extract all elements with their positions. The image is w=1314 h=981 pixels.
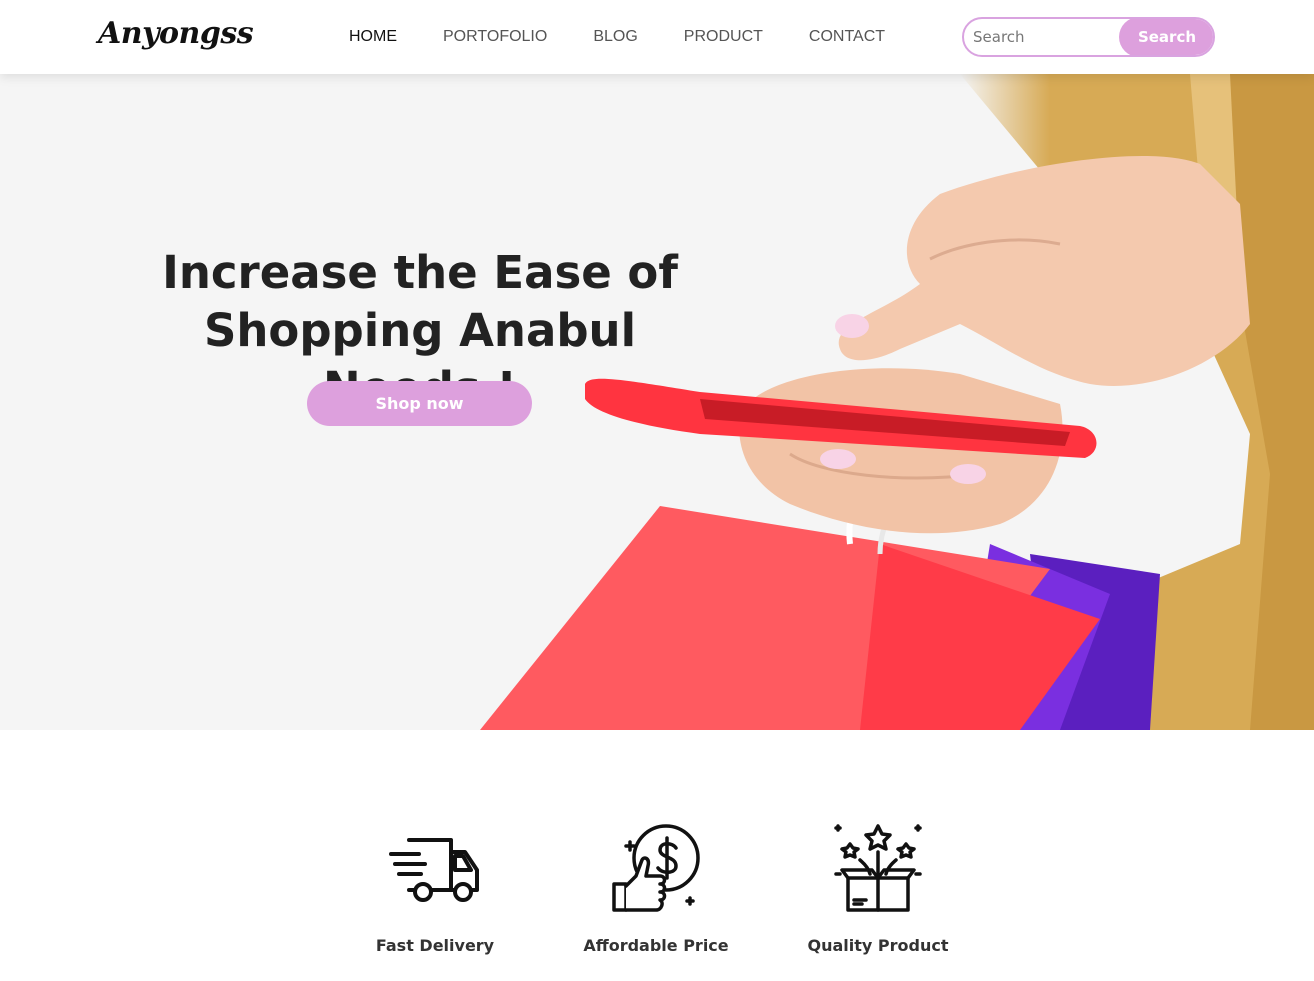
- nav-blog[interactable]: BLOG: [593, 27, 637, 47]
- feature-label: Affordable Price: [583, 936, 729, 955]
- hero-banner: Increase the Ease of Shopping Anabul Nee…: [0, 74, 1314, 730]
- shop-now-button[interactable]: Shop now: [307, 381, 532, 426]
- feature-label: Fast Delivery: [375, 936, 495, 955]
- delivery-truck-icon: [389, 838, 479, 902]
- nav-portofolio[interactable]: PORTOFOLIO: [443, 27, 547, 47]
- hero-title-line1: Increase the Ease of: [162, 246, 678, 299]
- search-input[interactable]: [964, 19, 1134, 55]
- feature-quality-product: Quality Product: [788, 822, 968, 955]
- brand-logo[interactable]: Anyongss: [98, 16, 254, 51]
- feature-label: Quality Product: [807, 936, 949, 955]
- feature-fast-delivery: Fast Delivery: [345, 822, 525, 955]
- features-section: Fast Delivery Affordable Price Quality P…: [0, 730, 1314, 981]
- site-header: Anyongss HOME PORTOFOLIO BLOG PRODUCT CO…: [0, 0, 1314, 74]
- nav-contact[interactable]: CONTACT: [809, 27, 885, 47]
- main-nav: HOME PORTOFOLIO BLOG PRODUCT CONTACT: [349, 27, 931, 47]
- nav-product[interactable]: PRODUCT: [684, 27, 763, 47]
- thumbs-up-dollar-icon: [612, 824, 700, 912]
- search-bar: Search: [962, 17, 1215, 57]
- feature-affordable-price: Affordable Price: [566, 822, 746, 955]
- nav-home[interactable]: HOME: [349, 27, 397, 47]
- search-button[interactable]: Search: [1119, 19, 1213, 55]
- gift-box-stars-icon: [834, 824, 922, 912]
